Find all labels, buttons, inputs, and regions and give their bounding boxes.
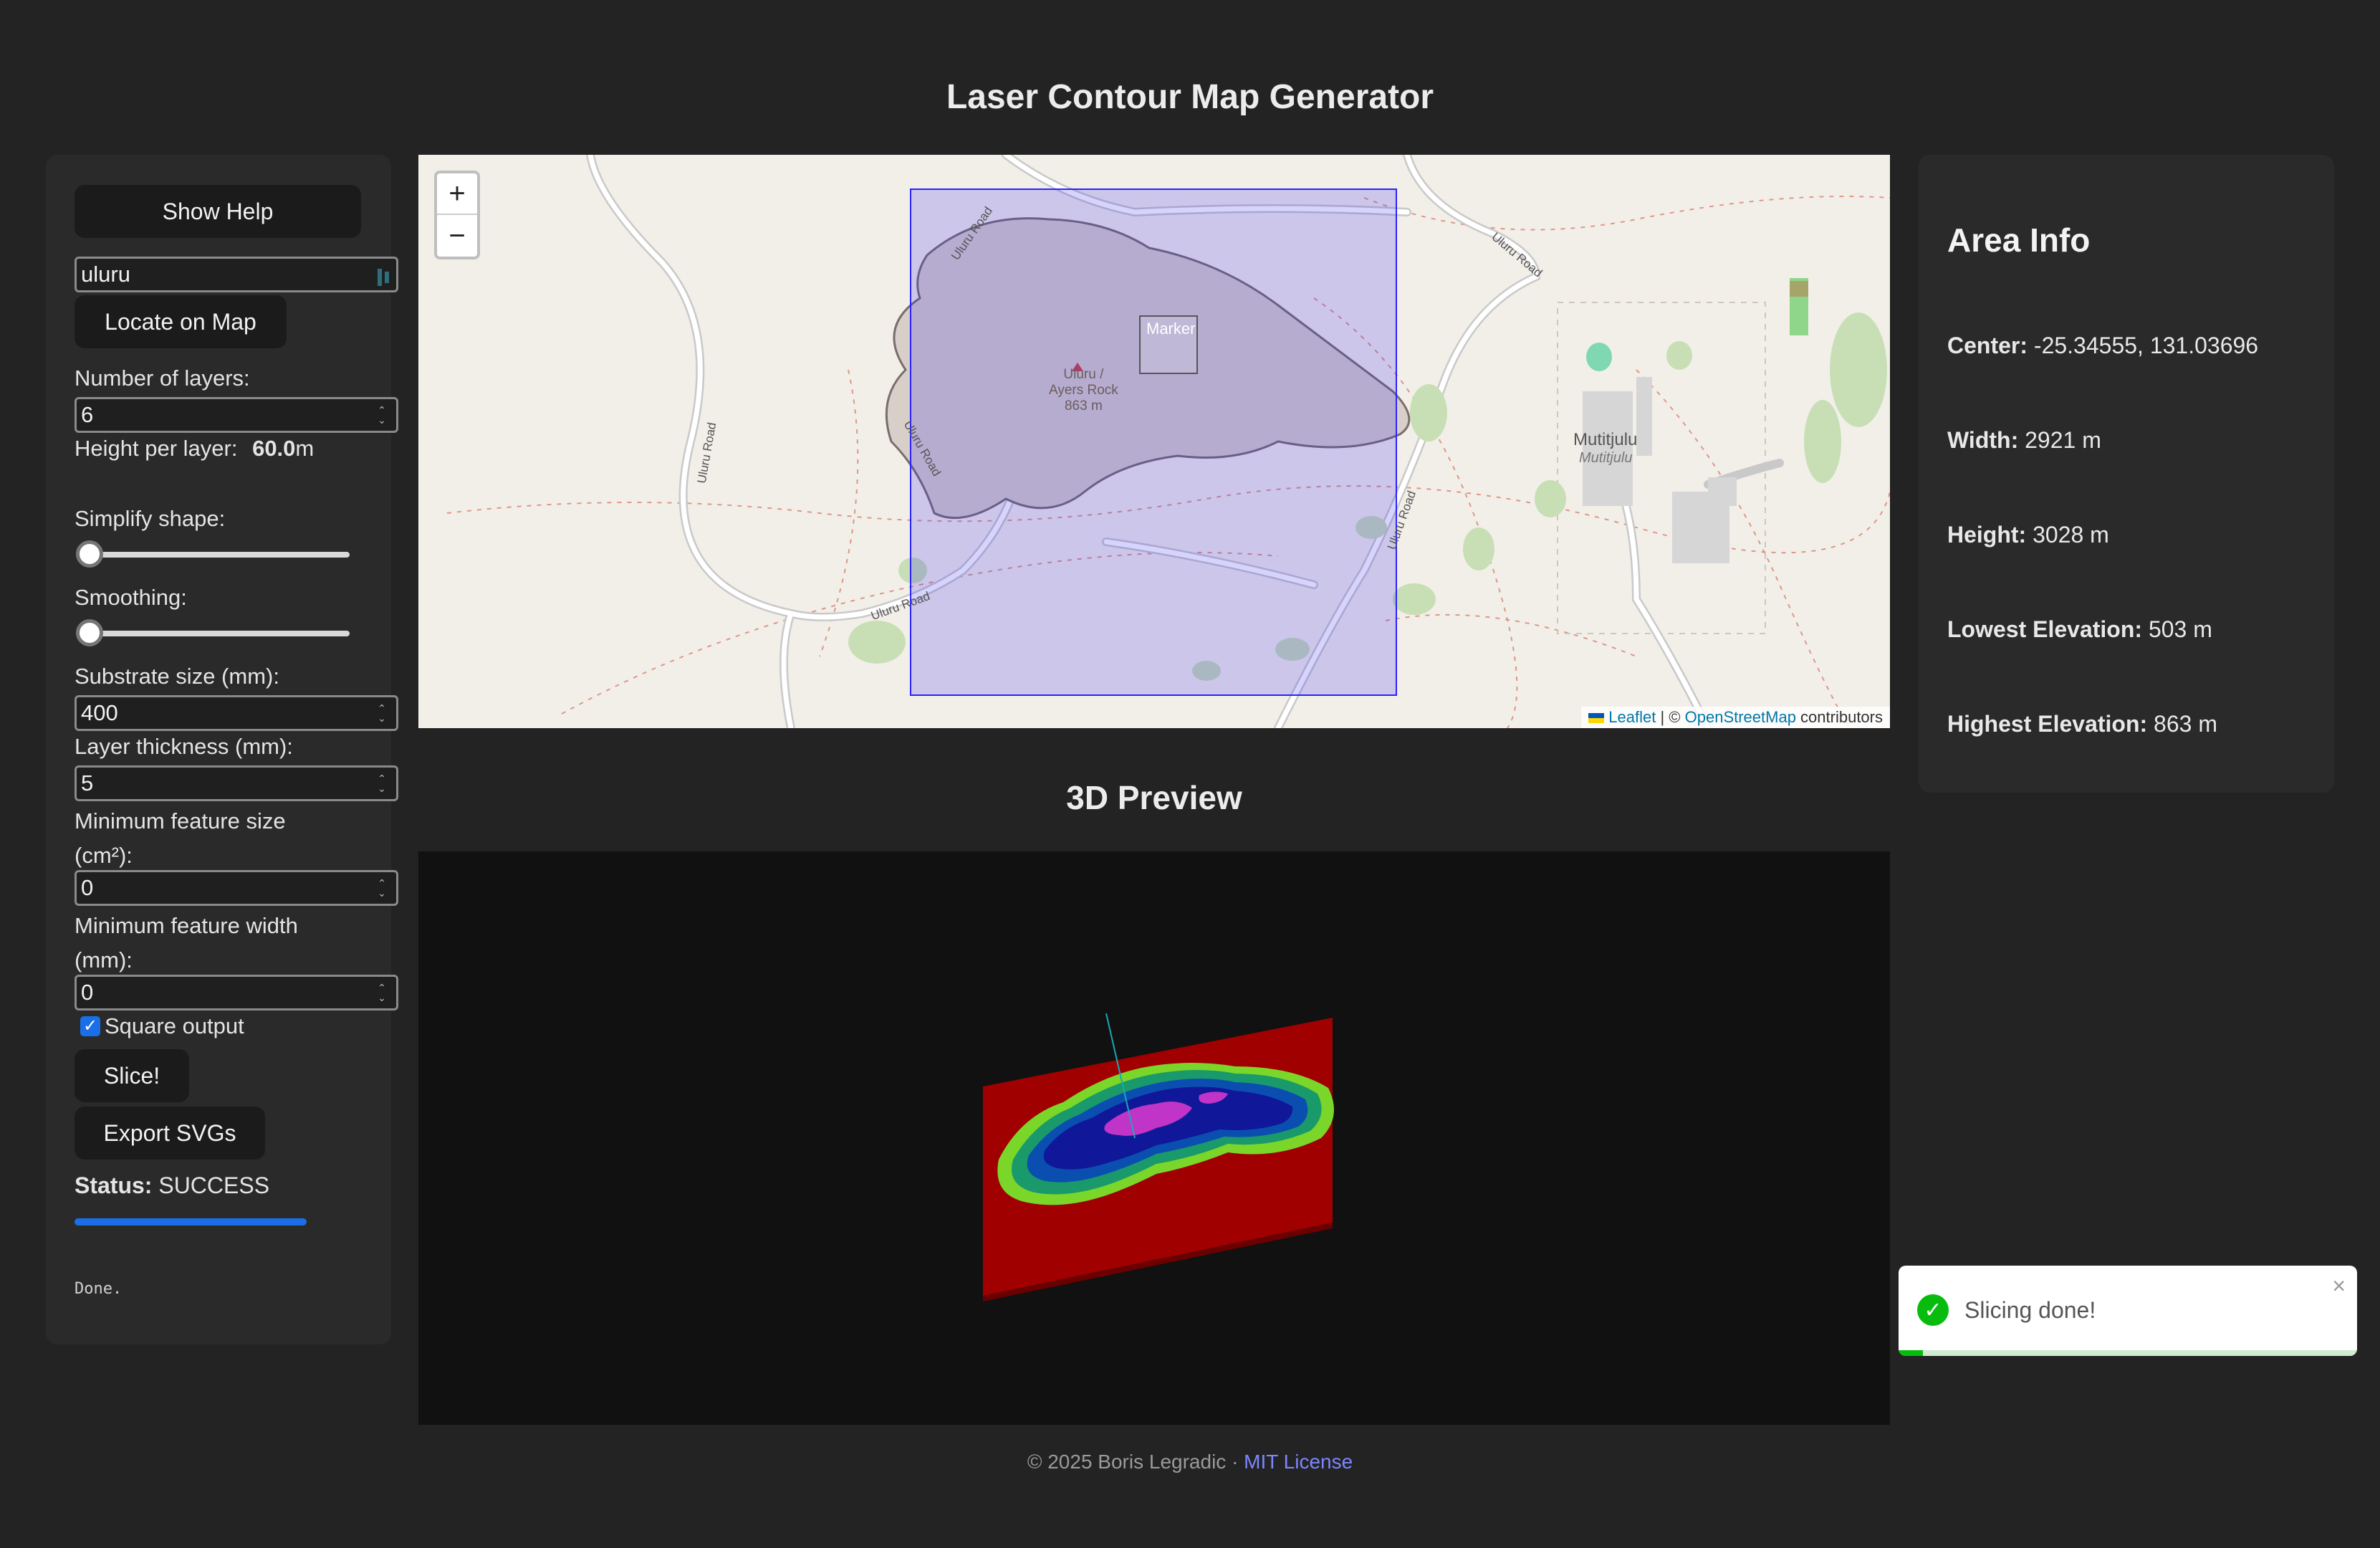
preview-model [983, 1013, 1334, 1301]
status-line: Status: SUCCESS [75, 1172, 269, 1199]
map-attribution: Leaflet | © OpenStreetMap contributors [1581, 707, 1890, 728]
log-output: Done. [75, 1280, 123, 1298]
ukraine-flag-icon [1588, 713, 1605, 724]
copyright-text: © 2025 Boris Legradic · [1027, 1451, 1244, 1473]
min-feature-size-input[interactable]: 0 ⌃ ⌄ [75, 870, 398, 906]
status-label: Status: [75, 1172, 153, 1198]
center-value: -25.34555, 131.03696 [2033, 333, 2259, 358]
zoom-out-button[interactable]: − [437, 215, 477, 257]
toast-progress-bar [1899, 1350, 1923, 1356]
success-toast[interactable]: ✓ Slicing done! × [1899, 1266, 2357, 1356]
width-value: 2921 m [2025, 427, 2101, 453]
height-per-layer-value: 60.0 [252, 436, 296, 461]
height-row: Height: 3028 m [1947, 522, 2109, 548]
toast-progress-track [1899, 1350, 2357, 1356]
search-value: uluru [81, 262, 130, 287]
spinner-arrows-icon[interactable]: ⌃ ⌄ [378, 773, 386, 793]
toast-message: Slicing done! [1964, 1297, 2096, 1323]
substrate-label: Substrate size (mm): [75, 664, 279, 689]
zoom-in-button[interactable]: + [437, 173, 477, 215]
map-label-mutitjulu: Mutitjulu [1573, 430, 1638, 449]
check-circle-icon: ✓ [1917, 1294, 1949, 1326]
leaflet-link[interactable]: Leaflet [1608, 708, 1656, 726]
keyboard-icon [376, 264, 392, 286]
progress-bar-track [75, 1218, 307, 1226]
map-label-uluru: Uluru / Ayers Rock 863 m [1049, 367, 1118, 414]
square-output-label: Square output [105, 1013, 244, 1038]
locate-on-map-button[interactable]: Locate on Map [75, 295, 287, 348]
smoothing-slider[interactable] [77, 631, 350, 636]
spinner-arrows-icon[interactable]: ⌃ ⌄ [378, 405, 386, 425]
location-search-input[interactable]: uluru [75, 257, 398, 292]
spinner-arrows-icon[interactable]: ⌃ ⌄ [378, 983, 386, 1003]
width-row: Width: 2921 m [1947, 427, 2101, 453]
map-label-mutitjulu-alt: Mutitjulu [1579, 450, 1633, 466]
lowest-elevation-row: Lowest Elevation: 503 m [1947, 616, 2212, 642]
substrate-value: 400 [81, 700, 118, 725]
close-icon[interactable]: × [2332, 1273, 2346, 1299]
openstreetmap-link[interactable]: OpenStreetMap [1685, 708, 1796, 726]
simplify-slider[interactable] [77, 552, 350, 558]
simplify-slider-thumb[interactable] [76, 540, 103, 568]
layers-label: Number of layers: [75, 366, 250, 391]
license-link[interactable]: MIT License [1244, 1451, 1353, 1473]
area-info-panel: Area Info Center: -25.34555, 131.03696 W… [1919, 155, 2334, 793]
min-feature-width-input[interactable]: 0 ⌃ ⌄ [75, 975, 398, 1010]
highest-elevation-row: Highest Elevation: 863 m [1947, 711, 2217, 737]
slice-button[interactable]: Slice! [75, 1049, 189, 1102]
min-feature-size-label: Minimum feature size (cm²): [75, 808, 286, 868]
marker-label: Marker [1146, 320, 1196, 338]
min-feature-width-label: Minimum feature width (mm): [75, 913, 298, 973]
area-info-title: Area Info [1947, 221, 2091, 259]
min-feature-width-value: 0 [81, 980, 94, 1005]
preview-title: 3D Preview [1066, 779, 1242, 816]
zoom-control: + − [434, 171, 480, 259]
controls-panel: Show Help uluru Locate on Map Number of … [46, 155, 398, 1344]
status-value: SUCCESS [158, 1172, 270, 1198]
thickness-input[interactable]: 5 ⌃ ⌄ [75, 765, 398, 801]
progress-bar-fill [75, 1218, 307, 1226]
show-help-button[interactable]: Show Help [75, 185, 361, 238]
thickness-label: Layer thickness (mm): [75, 734, 293, 759]
lowest-elevation-value: 503 m [2148, 616, 2212, 642]
spinner-arrows-icon[interactable]: ⌃ ⌄ [378, 703, 386, 723]
simplify-label: Simplify shape: [75, 506, 226, 531]
substrate-input[interactable]: 400 ⌃ ⌄ [75, 695, 398, 731]
page-title: Laser Contour Map Generator [946, 78, 1434, 116]
smoothing-label: Smoothing: [75, 585, 187, 610]
layers-input[interactable]: 6 ⌃ ⌄ [75, 397, 398, 433]
spinner-arrows-icon[interactable]: ⌃ ⌄ [378, 878, 386, 898]
preview-canvas[interactable] [418, 851, 1890, 1425]
export-svgs-button[interactable]: Export SVGs [75, 1107, 265, 1160]
smoothing-slider-thumb[interactable] [76, 619, 103, 646]
layers-value: 6 [81, 402, 94, 427]
center-row: Center: -25.34555, 131.03696 [1947, 333, 2259, 358]
height-value: 3028 m [2033, 522, 2109, 548]
highest-elevation-value: 863 m [2154, 711, 2217, 737]
map-tiles [446, 155, 1890, 728]
marker-box[interactable]: Marker [1139, 315, 1198, 374]
min-feature-size-value: 0 [81, 875, 94, 900]
height-per-layer-label: Height per layer: 60.0m [75, 436, 315, 461]
footer: © 2025 Boris Legradic · MIT License [0, 1451, 2380, 1473]
map-view[interactable]: Uluru / Ayers Rock 863 m Mutitjulu Mutit… [418, 155, 1890, 728]
thickness-value: 5 [81, 770, 94, 796]
square-output-checkbox[interactable]: ✓ [80, 1016, 100, 1036]
